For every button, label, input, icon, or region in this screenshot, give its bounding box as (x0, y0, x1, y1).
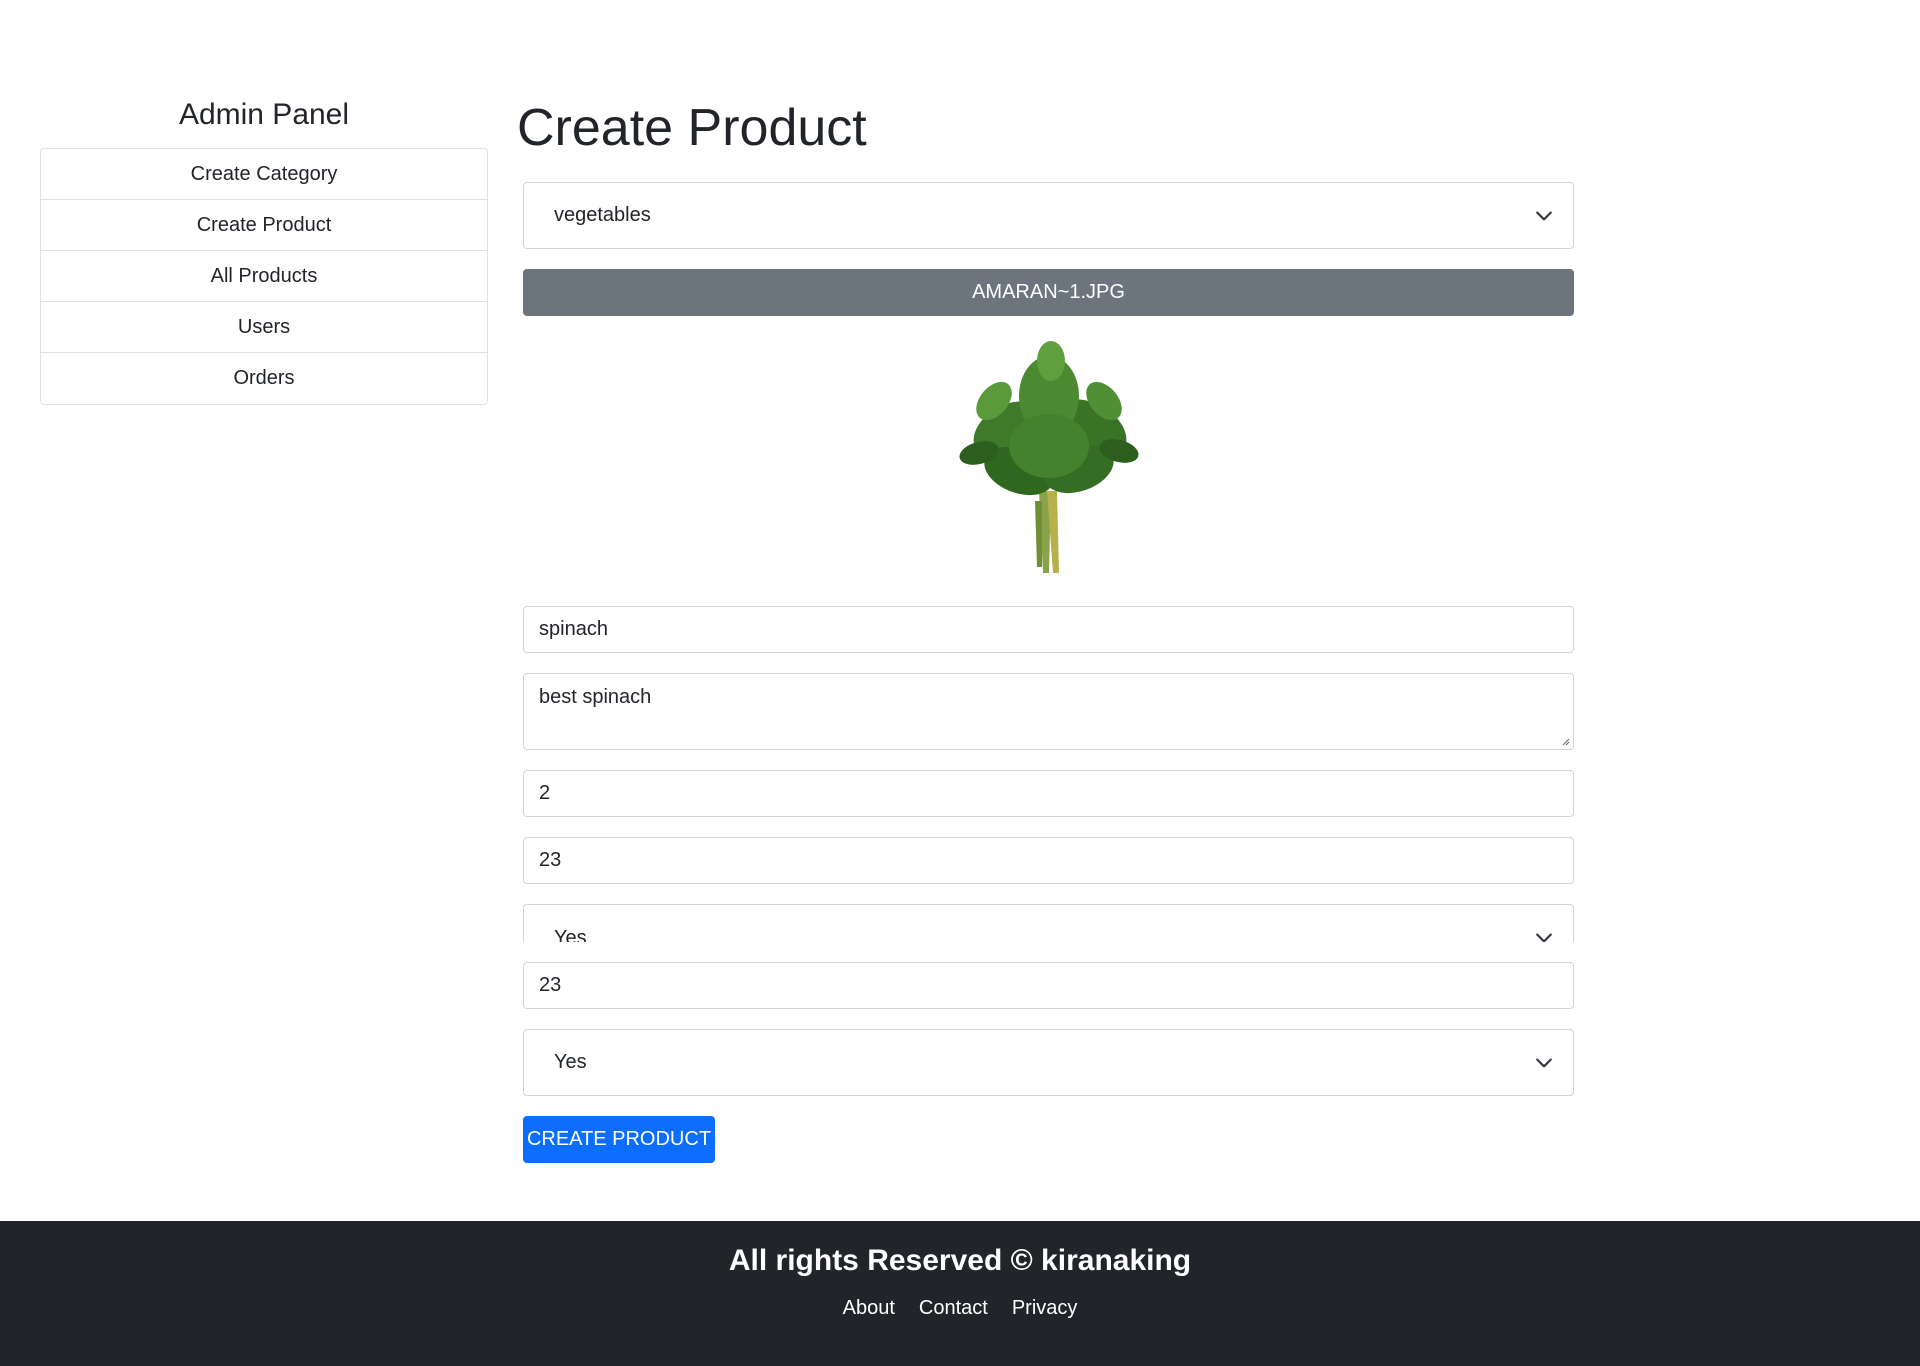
create-product-button-label: CREATE PRODUCT (526, 1128, 712, 1150)
product-quantity-input-2[interactable]: 23 (523, 962, 1574, 1009)
sidebar-item-all-products[interactable]: All Products (41, 251, 487, 302)
chevron-down-icon (1536, 933, 1552, 942)
shipping-select-value: Yes (554, 1051, 587, 1073)
spinach-image (958, 341, 1139, 573)
sidebar-title: Admin Panel (178, 98, 350, 131)
product-quantity-input[interactable]: 23 (523, 837, 1574, 884)
category-select-value: vegetables (554, 204, 651, 226)
upload-button-label: AMARAN~1.JPG (972, 281, 1125, 303)
sidebar-item-orders[interactable]: Orders (41, 353, 487, 404)
product-description-textarea[interactable]: best spinach (523, 673, 1574, 750)
chevron-down-icon (1536, 1058, 1552, 1067)
shipping-select-overlapped-value: Yes (554, 927, 587, 942)
product-photo-preview (523, 316, 1574, 606)
sidebar-item-create-product[interactable]: Create Product (41, 200, 487, 251)
product-quantity-value: 23 (539, 849, 562, 871)
shipping-select-overlapped[interactable]: Yes (523, 904, 1574, 942)
admin-menu: Create Category Create Product All Produ… (40, 148, 488, 405)
sidebar-item-create-category[interactable]: Create Category (41, 149, 487, 200)
product-price-value: 2 (539, 782, 551, 804)
sidebar-item-users[interactable]: Users (41, 302, 487, 353)
product-price-input[interactable]: 2 (523, 770, 1574, 817)
footer-links: About Contact Privacy (0, 1297, 1920, 1320)
page-title: Create Product (517, 99, 867, 157)
chevron-down-icon (1536, 211, 1552, 220)
product-name-value: spinach (539, 618, 608, 640)
footer-copyright: All rights Reserved © kiranaking (728, 1244, 1192, 1277)
product-quantity-2-value: 23 (539, 974, 562, 996)
footer: All rights Reserved © kiranaking About C… (0, 1221, 1920, 1366)
upload-photo-button[interactable]: AMARAN~1.JPG (523, 269, 1574, 316)
main-content: Create Product vegetables AMARAN~1.JPG s… (517, 96, 1575, 1163)
category-select[interactable]: vegetables (523, 182, 1574, 249)
product-name-input[interactable]: spinach (523, 606, 1574, 653)
resize-grip-icon[interactable] (1560, 736, 1570, 746)
shipping-select[interactable]: Yes (523, 1029, 1574, 1096)
admin-sidebar: Admin Panel Create Category Create Produ… (40, 96, 488, 405)
footer-link-contact[interactable]: Contact (919, 1297, 988, 1320)
footer-link-privacy[interactable]: Privacy (1012, 1297, 1078, 1320)
create-product-button[interactable]: CREATE PRODUCT (523, 1116, 715, 1163)
product-description-value: best spinach (539, 686, 652, 708)
footer-link-about[interactable]: About (843, 1297, 895, 1320)
